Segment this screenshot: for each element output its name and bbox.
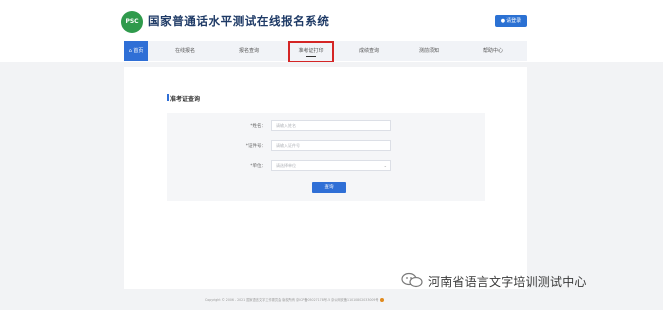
nav-item-online-registration[interactable]: 在线报名: [166, 41, 204, 61]
login-label: 请登录: [506, 18, 522, 24]
organization-label: *单位：: [250, 164, 266, 169]
nav-item-score-query[interactable]: 成绩查询: [350, 41, 388, 61]
psc-logo: PSC: [121, 11, 143, 33]
watermark-text: 河南省语言文字培训测试中心: [428, 275, 587, 289]
id-number-label: *证件号：: [245, 144, 266, 149]
active-underline: [306, 56, 316, 57]
name-input[interactable]: 请输入姓名: [271, 120, 391, 131]
nav-item-home[interactable]: ⌂ 首页: [124, 41, 148, 61]
chevron-down-icon: ⌄: [383, 163, 387, 168]
id-number-input[interactable]: 请输入证件号: [271, 140, 391, 151]
nav-item-pretest-notice[interactable]: 测前须知: [410, 41, 448, 61]
query-button[interactable]: 查询: [312, 182, 346, 193]
footer-text: Copyright © 2006 - 2021 国家语言文字工作委员会 版权所有…: [205, 297, 384, 302]
section-accent-bar: [167, 94, 169, 101]
organization-select[interactable]: 请选择单位 ⌄: [271, 160, 391, 171]
wechat-icon: [401, 272, 423, 288]
highlight-box: [288, 41, 334, 63]
user-icon: ●: [500, 18, 506, 24]
home-icon: ⌂: [128, 48, 132, 54]
nav-item-registration-query[interactable]: 报名查询: [230, 41, 268, 61]
police-badge-icon: [379, 298, 384, 302]
name-label: *姓名：: [250, 124, 266, 129]
login-button[interactable]: ●请登录: [495, 15, 527, 27]
organization-placeholder: 请选择单位: [276, 163, 296, 168]
nav-label-home: 首页: [133, 48, 144, 54]
section-title: 准考证查询: [170, 96, 201, 103]
nav-item-help-center[interactable]: 帮助中心: [474, 41, 512, 61]
footer-copyright: Copyright © 2006 - 2021 国家语言文字工作委员会 版权所有…: [205, 298, 379, 302]
site-title: 国家普通话水平测试在线报名系统: [148, 14, 330, 28]
